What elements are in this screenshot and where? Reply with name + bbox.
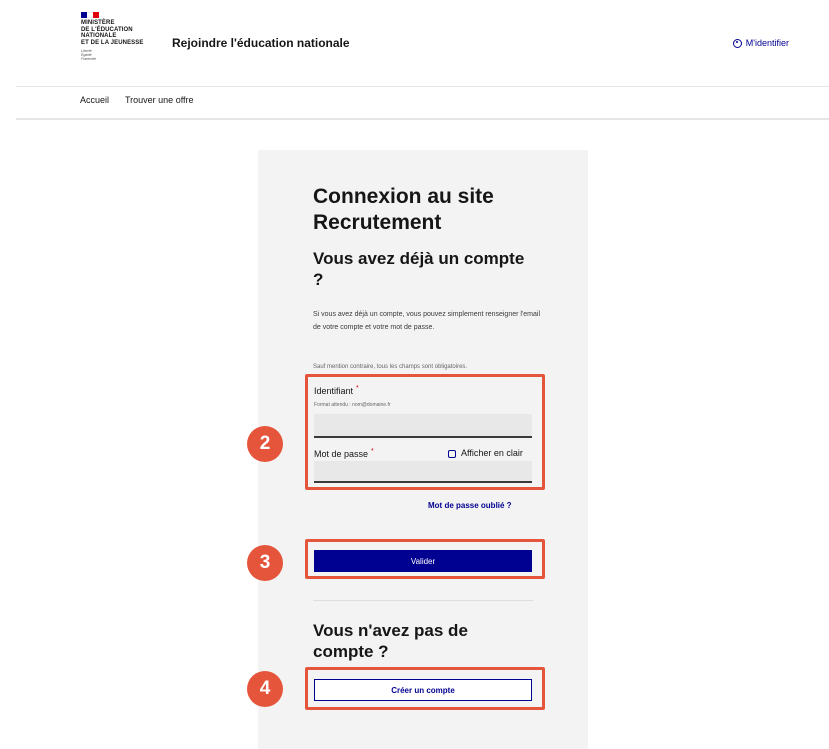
highlight-create-account: [305, 667, 545, 710]
logo-line: ET DE LA JEUNESSE: [81, 39, 144, 46]
required-fields-notice: Sauf mention contraire, tous les champs …: [313, 364, 468, 370]
main-nav: Accueil Trouver une offre: [16, 86, 829, 120]
login-link-label: M'identifier: [745, 38, 789, 48]
site-title[interactable]: Rejoindre l'éducation nationale: [172, 36, 350, 50]
user-icon: [732, 38, 742, 48]
divider: [313, 600, 533, 601]
logo-text: MINISTÈRE DE L'ÉDUCATION NATIONALE ET DE…: [81, 20, 161, 46]
step-badge-4: 4: [247, 671, 283, 707]
page-title: Connexion au site Recrutement: [313, 185, 494, 234]
header: MINISTÈRE DE L'ÉDUCATION NATIONALE ET DE…: [16, 0, 829, 87]
highlight-credentials: [305, 374, 545, 490]
highlight-submit: [305, 539, 545, 579]
login-subtitle: Vous avez déjà un compte ?: [313, 249, 525, 289]
devise: Liberté Égalité Fraternité: [81, 49, 161, 61]
nav-item-trouver-une-offre[interactable]: Trouver une offre: [125, 95, 194, 105]
login-link[interactable]: M'identifier: [732, 38, 789, 48]
page: MINISTÈRE DE L'ÉDUCATION NATIONALE ET DE…: [16, 0, 829, 749]
nav-item-accueil[interactable]: Accueil: [80, 95, 109, 105]
step-badge-2: 2: [247, 426, 283, 462]
intro-text: Si vous avez déjà un compte, vous pouvez…: [313, 311, 541, 331]
step-badge-3: 3: [247, 545, 283, 581]
flag-red: [93, 12, 99, 18]
flag-icon: [81, 12, 99, 18]
devise-line: Fraternité: [81, 57, 96, 61]
ministry-logo[interactable]: MINISTÈRE DE L'ÉDUCATION NATIONALE ET DE…: [81, 12, 161, 74]
forgot-password-link[interactable]: Mot de passe oublié ?: [428, 501, 512, 510]
signup-title: Vous n'avez pas de compte ?: [313, 621, 468, 661]
